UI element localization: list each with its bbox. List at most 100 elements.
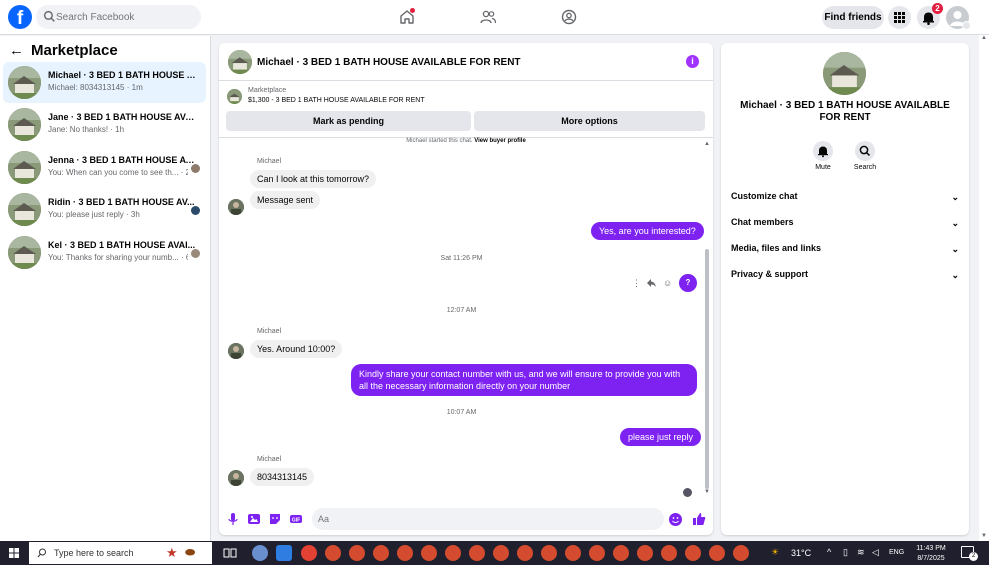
sender-name: Michael	[257, 456, 282, 463]
page-scrollbar[interactable]: ▲ ▼	[979, 35, 989, 541]
chrome-icon[interactable]	[349, 545, 365, 561]
chrome-icon[interactable]	[445, 545, 461, 561]
conversation-item[interactable]: Jane · 3 BED 1 BATH HOUSE AVAIL... Jane:…	[3, 104, 206, 145]
privacy-support-row[interactable]: Privacy & support ⌄	[731, 269, 959, 285]
message-outgoing[interactable]: Yes, are you interested?	[591, 222, 704, 240]
language-indicator[interactable]: ENG	[889, 549, 904, 556]
conversation-item[interactable]: Michael · 3 BED 1 BATH HOUSE AV... Micha…	[3, 62, 206, 103]
media-files-row[interactable]: Media, files and links ⌄	[731, 243, 959, 259]
seen-avatar	[191, 206, 200, 215]
sender-avatar[interactable]	[228, 199, 244, 215]
microphone-icon[interactable]	[226, 512, 240, 526]
reply-icon[interactable]	[646, 278, 657, 288]
listing-row[interactable]: Marketplace $1,300 - 3 BED 1 BATH HOUSE …	[219, 82, 713, 110]
chevron-down-icon: ⌄	[951, 218, 959, 228]
customize-chat-row[interactable]: Customize chat ⌄	[731, 191, 959, 207]
chrome-icon[interactable]	[373, 545, 389, 561]
clock[interactable]: 11:43 PM 8/7/2025	[913, 544, 949, 564]
chat-scrollbar[interactable]: ▲ ▼	[704, 141, 710, 496]
conversation-item[interactable]: Kel · 3 BED 1 BATH HOUSE AVAI... You: Th…	[3, 232, 206, 273]
bell-icon	[813, 141, 833, 161]
message-incoming[interactable]: 8034313145	[250, 468, 315, 486]
conversation-name: Jenna · 3 BED 1 BATH HOUSE AV...	[48, 155, 196, 165]
chrome-icon[interactable]	[565, 545, 581, 561]
conversation-item[interactable]: Ridin · 3 BED 1 BATH HOUSE AV... You: pl…	[3, 189, 206, 230]
chrome-icon[interactable]	[397, 545, 413, 561]
chrome-icon[interactable]	[517, 545, 533, 561]
info-icon[interactable]: i	[686, 55, 699, 68]
chrome-icon[interactable]	[421, 545, 437, 561]
edge-icon[interactable]	[276, 545, 292, 561]
scroll-down-icon[interactable]: ▼	[704, 489, 710, 495]
chrome-icon[interactable]	[685, 545, 701, 561]
sender-avatar[interactable]	[228, 343, 244, 359]
conversation-item[interactable]: Jenna · 3 BED 1 BATH HOUSE AV... You: Wh…	[3, 147, 206, 188]
chrome-icon[interactable]	[637, 545, 653, 561]
details-title: Michael · 3 BED 1 BATH HOUSE AVAILABLE F…	[740, 100, 950, 123]
app-icon[interactable]	[252, 545, 268, 561]
back-arrow-icon[interactable]: ←	[9, 42, 24, 59]
thumbs-up-icon[interactable]	[692, 512, 706, 526]
chrome-icon[interactable]	[613, 545, 629, 561]
battery-icon[interactable]: ▯	[843, 547, 848, 558]
search-icon	[43, 10, 55, 22]
chrome-icon[interactable]	[709, 545, 725, 561]
chat-title[interactable]: Michael · 3 BED 1 BATH HOUSE AVAILABLE F…	[257, 57, 521, 68]
chevron-up-icon[interactable]: ^	[827, 547, 831, 557]
menu-grid-button[interactable]	[888, 6, 911, 29]
scroll-up-icon[interactable]: ▲	[981, 35, 987, 41]
chrome-icon[interactable]	[661, 545, 677, 561]
mute-button[interactable]: Mute	[808, 141, 838, 171]
menu-grid-icon	[894, 12, 905, 23]
sender-avatar[interactable]	[228, 470, 244, 486]
scrollbar-thumb[interactable]	[705, 249, 709, 489]
groups-icon[interactable]	[560, 8, 578, 26]
message-input[interactable]	[312, 508, 664, 530]
chrome-icon[interactable]	[589, 545, 605, 561]
search-box[interactable]	[36, 5, 201, 29]
message-incoming[interactable]: Yes. Around 10:00?	[250, 340, 343, 358]
chat-members-row[interactable]: Chat members ⌄	[731, 217, 959, 233]
wifi-icon[interactable]: ≋	[857, 547, 865, 558]
conversation-snippet: You: When can you come to see th... · 2h	[48, 168, 188, 177]
react-emoji-icon[interactable]: ☺	[663, 278, 672, 288]
volume-icon[interactable]: ◁	[872, 547, 879, 558]
chrome-icon[interactable]	[541, 545, 557, 561]
mark-pending-button[interactable]: Mark as pending	[226, 111, 471, 131]
chrome-icon[interactable]	[493, 545, 509, 561]
emoji-icon[interactable]	[669, 513, 682, 526]
message-incoming[interactable]: Can I look at this tomorrow?	[250, 170, 377, 188]
gif-icon[interactable]: GIF	[289, 512, 303, 526]
more-options-button[interactable]: More options	[474, 111, 705, 131]
account-caret-icon[interactable]	[962, 21, 971, 30]
facebook-logo[interactable]: f	[8, 5, 32, 29]
sticker-icon[interactable]	[268, 512, 282, 526]
more-actions-icon[interactable]: ⋮	[632, 278, 641, 289]
chrome-icon[interactable]	[469, 545, 485, 561]
message-outgoing[interactable]: Kindly share your contact number with us…	[351, 364, 697, 396]
chrome-icon[interactable]	[733, 545, 749, 561]
message-incoming[interactable]: Message sent	[250, 191, 321, 209]
message-outgoing[interactable]: please just reply	[620, 428, 702, 446]
taskbar-search[interactable]: Type here to search ★ ⬬	[29, 542, 212, 564]
friends-icon[interactable]	[479, 8, 497, 26]
message-outgoing[interactable]: ?	[679, 274, 697, 292]
chat-header: Michael · 3 BED 1 BATH HOUSE AVAILABLE F…	[219, 43, 713, 81]
listing-photo[interactable]	[823, 52, 866, 95]
scroll-down-icon[interactable]: ▼	[981, 533, 987, 539]
search-conversation-button[interactable]: Search	[850, 141, 880, 171]
chrome-icon[interactable]	[325, 545, 341, 561]
chrome-icon[interactable]	[301, 545, 317, 561]
search-input[interactable]	[56, 5, 196, 29]
scroll-up-icon[interactable]: ▲	[704, 141, 710, 147]
photo-icon[interactable]	[247, 512, 261, 526]
notification-count: 2	[969, 552, 978, 561]
chat-listing-thumbnail[interactable]	[228, 50, 252, 74]
windows-start-icon[interactable]	[9, 548, 19, 558]
task-view-icon[interactable]	[222, 545, 238, 561]
view-buyer-profile-link[interactable]: View buyer profile	[474, 138, 526, 144]
conversation-name: Michael · 3 BED 1 BATH HOUSE AV...	[48, 70, 196, 80]
find-friends-button[interactable]: Find friends	[822, 6, 884, 29]
time: 11:43 PM	[916, 545, 946, 552]
temperature[interactable]: 31°C	[791, 548, 811, 558]
